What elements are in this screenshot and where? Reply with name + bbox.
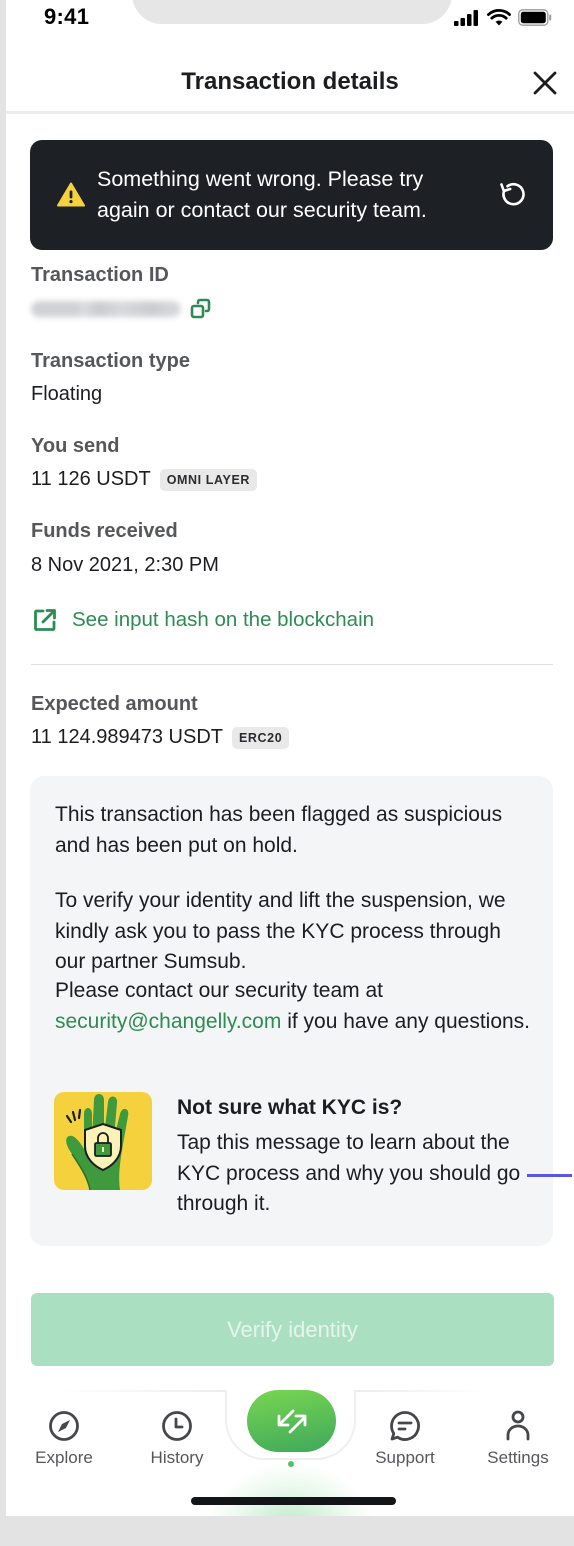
network-badge: ERC20 <box>231 726 290 749</box>
close-button[interactable] <box>530 68 560 98</box>
active-indicator <box>288 1461 294 1467</box>
app-screen: 9:41 Transaction details Something went … <box>6 0 574 1516</box>
nav-item-settings[interactable]: Settings <box>473 1410 563 1468</box>
section-divider <box>31 664 553 665</box>
verify-identity-button[interactable]: Verify identity <box>31 1293 554 1366</box>
active-glow <box>206 1462 376 1516</box>
blockchain-link[interactable]: See input hash on the blockchain <box>33 608 374 632</box>
you-send-amount: 11 126 USDT <box>31 468 151 490</box>
kyc-info-box: This transaction has been flagged as sus… <box>30 776 553 1246</box>
nav-item-support[interactable]: Support <box>360 1410 450 1468</box>
nav-label: Explore <box>35 1448 93 1467</box>
retry-button[interactable] <box>497 180 527 210</box>
retry-icon <box>500 182 525 206</box>
status-time: 9:41 <box>44 4 90 29</box>
clock-icon <box>162 1411 192 1441</box>
kyc-learn-more-card[interactable]: Not sure what KYC is? Tap this message t… <box>54 1092 534 1222</box>
transaction-type-value: Floating <box>31 383 102 406</box>
status-bar: 9:41 <box>6 0 574 44</box>
funds-received-label: Funds received <box>31 520 178 542</box>
transaction-type-text: Floating <box>31 383 103 405</box>
network-badge: OMNI LAYER <box>159 468 258 491</box>
battery-icon <box>518 9 552 26</box>
transaction-type-label: Transaction type <box>31 350 190 372</box>
cellular-signal-icon <box>454 9 478 26</box>
compass-icon <box>49 1411 79 1441</box>
you-send-value: 11 126 USDT OMNI LAYER <box>31 468 258 491</box>
device-notch <box>132 0 452 24</box>
external-link-icon <box>34 609 56 631</box>
hand-shield-lock-illustration <box>54 1092 152 1190</box>
prototype-connector <box>527 1174 572 1177</box>
nav-label: Settings <box>487 1448 549 1467</box>
status-icons <box>454 9 552 26</box>
error-message: Something went wrong. Please try again o… <box>97 167 427 222</box>
nav-label: History <box>150 1448 204 1467</box>
blockchain-link-label: See input hash on the blockchain <box>72 608 375 631</box>
close-icon <box>533 71 557 95</box>
transaction-id-redacted <box>31 301 181 317</box>
wifi-icon <box>487 9 511 26</box>
error-banner: Something went wrong. Please try again o… <box>30 140 553 250</box>
copy-icon[interactable] <box>190 298 212 320</box>
hand-shield-icon <box>65 1094 129 1190</box>
bottom-nav: Explore History Support Settings <box>6 1390 574 1516</box>
page-title: Transaction details <box>181 68 399 95</box>
nav-border <box>61 1390 226 1392</box>
kyc-card-text: Tap this message to learn about the KYC … <box>177 1131 521 1215</box>
user-icon <box>506 1410 530 1441</box>
nav-item-explore[interactable]: Explore <box>19 1410 109 1468</box>
you-send-label: You send <box>31 435 120 457</box>
exchange-arrows-icon <box>277 1409 306 1434</box>
contact-message: Please contact our security team at secu… <box>55 976 535 1037</box>
contact-suffix: if you have any questions. <box>281 1009 531 1033</box>
transaction-id-value <box>31 298 212 320</box>
nav-item-history[interactable]: History <box>132 1410 222 1468</box>
contact-prefix: Please contact our security team at <box>55 979 383 1002</box>
security-email-link[interactable]: security@changelly.com <box>55 1010 281 1033</box>
chat-bubble-icon <box>390 1411 420 1441</box>
funds-received-date: 8 Nov 2021, 2:30 PM <box>31 554 219 576</box>
nav-label: Support <box>375 1448 435 1467</box>
expected-amount-value: 11 124.989473 USDT ERC20 <box>31 726 290 749</box>
home-indicator <box>191 1497 396 1505</box>
expected-amount-text: 11 124.989473 USDT <box>31 726 223 748</box>
funds-received-value: 8 Nov 2021, 2:30 PM <box>31 554 219 577</box>
header: Transaction details <box>6 52 574 114</box>
nav-item-exchange[interactable] <box>247 1390 336 1452</box>
flagged-message: This transaction has been flagged as sus… <box>55 803 503 857</box>
kyc-card-title: Not sure what KYC is? <box>177 1096 403 1119</box>
nav-border <box>356 1390 486 1392</box>
transaction-id-label: Transaction ID <box>31 264 169 286</box>
verify-instructions: To verify your identity and lift the sus… <box>55 889 506 973</box>
warning-icon <box>57 182 85 207</box>
expected-amount-label: Expected amount <box>31 693 198 715</box>
